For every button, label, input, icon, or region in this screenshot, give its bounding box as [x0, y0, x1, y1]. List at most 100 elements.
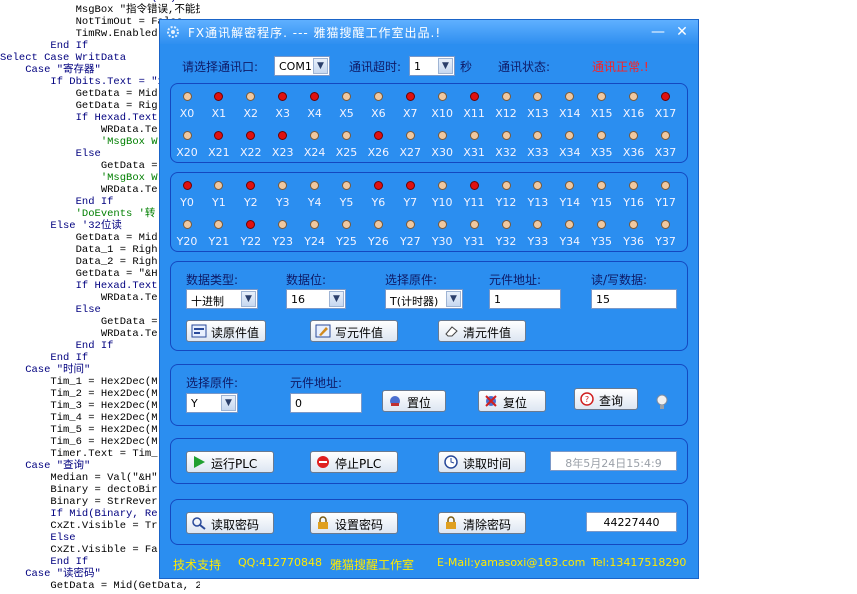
led-label: X22 — [240, 146, 262, 159]
led-label: X14 — [559, 107, 581, 120]
led-label: Y24 — [304, 235, 325, 248]
stop-plc-button[interactable]: 停止PLC — [310, 451, 398, 473]
led-label: Y11 — [463, 196, 485, 209]
led-indicator — [342, 181, 351, 190]
code-line: MsgBox "指令错误,不能执行操作",vbExclamation,"Erro… — [75, 4, 200, 16]
plc-control-group: 运行PLC 停止PLC 读取时间 8年5月24日15:4:9 — [170, 438, 688, 484]
element-select[interactable]: T(计时器) ▼ — [385, 289, 463, 309]
led-indicator — [629, 220, 639, 229]
led-indicator — [214, 131, 224, 140]
time-value: 8年5月24日15:4:9 — [565, 457, 662, 470]
window-title: FX通讯解密程序. --- 雅猫搜醒工作室出品.! — [188, 26, 442, 40]
address-input[interactable]: 1 — [489, 289, 561, 309]
led-label: X0 — [179, 107, 195, 120]
led-label: Y32 — [495, 235, 517, 248]
input-x-group: X0 X1 X2 X3 X4 X5 X6 X7 X10 X11 X12 X13 X14 X15 X16 X17… — [170, 83, 688, 163]
led-indicator — [597, 181, 607, 190]
led-indicator — [437, 92, 447, 101]
led-label: X24 — [303, 146, 326, 159]
led-label: Y20 — [176, 235, 198, 248]
bit-element-select[interactable]: Y ▼ — [186, 393, 238, 413]
led-label: Y27 — [399, 235, 421, 248]
led-label: Y6 — [371, 196, 386, 209]
led-indicator — [469, 92, 479, 101]
data-type-select[interactable]: 十进制 ▼ — [186, 289, 258, 309]
led-indicator — [246, 131, 256, 140]
led-label: X25 — [335, 146, 358, 159]
play-icon — [194, 456, 205, 468]
data-bits-select[interactable]: 16 ▼ — [286, 289, 346, 309]
led-indicator — [405, 181, 415, 190]
led-indicator — [469, 181, 479, 190]
read-password-button[interactable]: 读取密码 — [186, 512, 274, 534]
query-button[interactable]: ? 查询 — [574, 388, 638, 410]
led-label: Y34 — [559, 235, 581, 248]
element-label: 选择原件: — [385, 273, 438, 287]
bit-address-value: 0 — [295, 397, 302, 410]
led-label: X15 — [590, 107, 613, 120]
led-label: Y35 — [591, 235, 613, 248]
led-indicator — [629, 181, 639, 190]
led-indicator — [214, 92, 224, 101]
timeout-select[interactable]: 1 ▼ — [409, 56, 455, 76]
footer-studio: 雅猫搜醒工作室 — [330, 558, 415, 572]
led-label: Y13 — [527, 196, 549, 209]
eraser-icon — [445, 326, 458, 337]
led-indicator — [310, 220, 320, 229]
reset-bit-button[interactable]: 复位 — [478, 390, 546, 412]
led-indicator — [597, 92, 607, 101]
led-indicator — [501, 131, 511, 140]
led-indicator — [246, 181, 256, 190]
led-label: Y14 — [559, 196, 581, 209]
led-indicator — [533, 220, 543, 229]
led-indicator — [246, 92, 256, 101]
set-password-button[interactable]: 设置密码 — [310, 512, 398, 534]
set-password-label: 设置密码 — [335, 518, 384, 532]
led-indicator — [469, 131, 479, 140]
led-indicator — [565, 181, 575, 190]
stop-icon — [317, 456, 329, 468]
led-indicator — [342, 220, 351, 229]
led-indicator — [437, 220, 447, 229]
led-label: X36 — [622, 146, 645, 159]
title-bar[interactable]: FX通讯解密程序. --- 雅猫搜醒工作室出品.! — ✕ — [160, 20, 698, 44]
led-label: X10 — [431, 107, 453, 120]
led-indicator — [342, 131, 351, 140]
minimize-button[interactable]: — — [648, 22, 668, 42]
close-button[interactable]: ✕ — [672, 22, 692, 42]
led-indicator — [214, 220, 224, 229]
led-label: X3 — [275, 107, 290, 120]
led-indicator — [437, 181, 447, 190]
led-indicator — [182, 220, 192, 229]
led-indicator — [501, 92, 511, 101]
led-indicator — [278, 92, 288, 101]
password-display[interactable]: 44227440 — [586, 512, 677, 532]
run-plc-button[interactable]: 运行PLC — [186, 451, 274, 473]
data-bits-value: 16 — [291, 293, 305, 306]
gear-icon — [167, 26, 179, 38]
led-indicator — [278, 181, 288, 190]
led-indicator — [310, 131, 320, 140]
data-rw-group: 数据类型: 十进制 ▼ 数据位: 16 ▼ 选择原件: T(计时器) ▼ 元件地… — [170, 261, 688, 351]
led-label: X1 — [211, 107, 227, 120]
rw-data-input[interactable]: 15 — [591, 289, 677, 309]
clear-password-button[interactable]: 清除密码 — [438, 512, 526, 534]
led-label: X16 — [622, 107, 645, 120]
led-label: Y31 — [463, 235, 485, 248]
read-time-button[interactable]: 读取时间 — [438, 451, 526, 473]
led-indicator — [405, 131, 415, 140]
led-label: X21 — [208, 146, 230, 159]
bit-address-input[interactable]: 0 — [290, 393, 362, 413]
set-bit-button[interactable]: 置位 — [382, 390, 446, 412]
led-label: X2 — [243, 107, 259, 120]
led-label: X7 — [403, 107, 418, 120]
led-label: Y17 — [655, 196, 676, 209]
port-select[interactable]: COM1 ▼ — [274, 56, 330, 76]
led-indicator — [182, 131, 192, 140]
clear-element-button[interactable]: 清元件值 — [438, 320, 526, 342]
write-element-button[interactable]: 写元件值 — [310, 320, 398, 342]
write-icon — [315, 324, 331, 338]
data-bits-label: 数据位: — [286, 273, 327, 287]
read-element-button[interactable]: 读原件值 — [186, 320, 266, 342]
led-label: Y22 — [240, 235, 262, 248]
